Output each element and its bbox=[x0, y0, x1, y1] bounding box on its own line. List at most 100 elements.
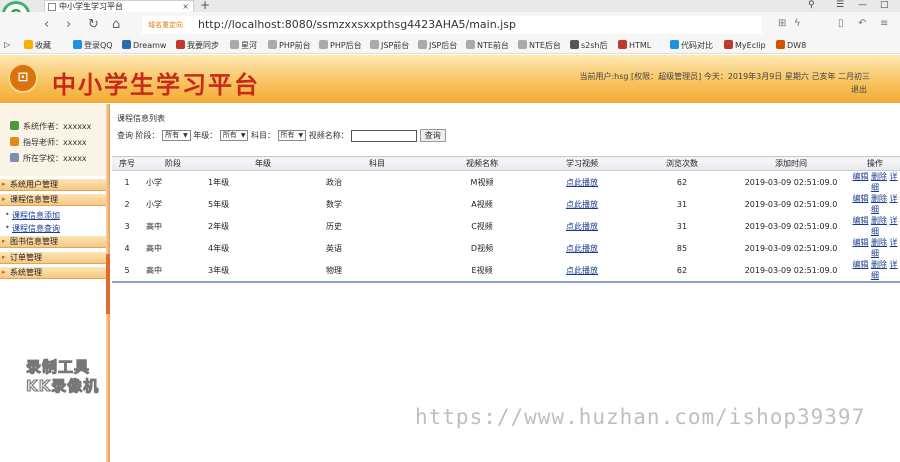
info-teacher: 指导老师：xxxxx bbox=[10, 137, 87, 148]
bookmark-item[interactable]: NTE前台 bbox=[466, 40, 509, 51]
cell-stage: 高中 bbox=[146, 243, 162, 253]
grid-icon[interactable]: ⊞ bbox=[778, 18, 786, 29]
bookmark-item[interactable]: PHP后台 bbox=[319, 40, 362, 51]
col-header: 学习视频 bbox=[532, 156, 632, 171]
delete-link[interactable]: 删除 bbox=[871, 238, 887, 247]
bookmark-item[interactable]: 代码对比 bbox=[670, 40, 713, 51]
new-tab-icon[interactable]: + bbox=[200, 0, 210, 12]
sidebar-item-course-add[interactable]: 课程信息添加 bbox=[5, 210, 60, 221]
url-field[interactable]: 域名重定向 http://localhost:8080/ssmzxxsxxpth… bbox=[142, 16, 762, 34]
home-icon[interactable]: ⌂ bbox=[112, 17, 120, 32]
bookmark-item[interactable]: 收藏 bbox=[24, 40, 51, 51]
cell-views: 85 bbox=[676, 243, 688, 253]
sidebar-toggle-icon[interactable]: ▷ bbox=[4, 40, 10, 49]
bookmark-item[interactable]: JSP前台 bbox=[370, 40, 409, 51]
sidebar-splitter[interactable] bbox=[106, 104, 110, 462]
minimize-icon[interactable]: — bbox=[858, 0, 867, 10]
play-link[interactable]: 点此播放 bbox=[566, 222, 598, 231]
sidebar-item-system-mgmt[interactable]: 系统管理 bbox=[0, 267, 106, 279]
play-link[interactable]: 点此播放 bbox=[566, 178, 598, 187]
bookmark-icon bbox=[418, 40, 427, 49]
recorder-watermark-line1: 录制工具 bbox=[25, 358, 91, 377]
forward-icon[interactable]: › bbox=[66, 17, 71, 32]
sidebar-item-user-mgmt[interactable]: 系统用户管理 bbox=[0, 179, 106, 191]
cell-grade: 4年级 bbox=[208, 243, 230, 253]
sidebar-item-order-mgmt[interactable]: 订单管理 bbox=[0, 252, 106, 264]
cell-play: 点此播放 bbox=[532, 259, 632, 283]
bookmark-icon bbox=[776, 40, 785, 49]
user-info: 当前用户:hsg [权限：超级管理员] 今天：2019年3月9日 星期六 己亥年… bbox=[579, 72, 870, 81]
pin-icon[interactable]: ⚲ bbox=[808, 0, 815, 10]
lightning-icon[interactable]: ϟ bbox=[794, 18, 801, 29]
grade-select[interactable]: 所有 ▼ bbox=[219, 130, 249, 141]
cell-no: 5 bbox=[112, 259, 142, 283]
edit-link[interactable]: 编辑 bbox=[852, 260, 868, 269]
delete-link[interactable]: 删除 bbox=[871, 260, 887, 269]
bookmark-item[interactable]: 我要同步 bbox=[176, 40, 219, 51]
cell-video: C视频 bbox=[471, 221, 493, 231]
cell-stage: 高中 bbox=[146, 221, 162, 231]
bookmark-icon bbox=[73, 40, 82, 49]
bookmark-icon bbox=[724, 40, 733, 49]
delete-link[interactable]: 删除 bbox=[871, 216, 887, 225]
edit-link[interactable]: 编辑 bbox=[852, 238, 868, 247]
stage-select[interactable]: 所有 ▼ bbox=[162, 130, 191, 141]
bookmark-item[interactable]: DW8 bbox=[776, 40, 806, 50]
play-link[interactable]: 点此播放 bbox=[566, 200, 598, 209]
bookmark-item[interactable]: PHP前台 bbox=[268, 40, 311, 51]
browser-tab[interactable]: 中小学生学习平台 × bbox=[44, 0, 194, 12]
more-icon[interactable]: ≡ bbox=[880, 18, 888, 29]
chevron-down-icon: ▼ bbox=[240, 132, 246, 139]
bookmark-icon bbox=[319, 40, 328, 49]
search-button[interactable]: 查询 bbox=[419, 129, 446, 142]
bookmark-icon bbox=[370, 40, 379, 49]
table-row: 5 高中 3年级 物理 E视频 点此播放 62 2019-03-09 02:51… bbox=[112, 259, 900, 283]
cell-actions: 编辑 删除 详细 bbox=[850, 193, 900, 215]
sidebar-item-course-query[interactable]: 课程信息查询 bbox=[5, 223, 60, 234]
cell-play: 点此播放 bbox=[532, 193, 632, 215]
cell-video: A视频 bbox=[471, 199, 493, 209]
chevron-down-icon: ▼ bbox=[183, 132, 188, 139]
video-name-label: 视频名称： bbox=[308, 131, 349, 140]
edit-link[interactable]: 编辑 bbox=[852, 216, 868, 225]
edit-link[interactable]: 编辑 bbox=[852, 194, 868, 203]
delete-link[interactable]: 删除 bbox=[871, 172, 887, 181]
bookmark-item[interactable]: 登录QQ bbox=[73, 40, 113, 51]
stage-label: 阶段： bbox=[135, 131, 160, 140]
cell-stage: 小学 bbox=[146, 199, 162, 209]
close-tab-icon[interactable]: × bbox=[182, 1, 189, 12]
sidebar-item-course-mgmt[interactable]: 课程信息管理 bbox=[0, 194, 106, 206]
play-link[interactable]: 点此播放 bbox=[566, 244, 598, 253]
bookmark-item[interactable]: MyEclip bbox=[724, 40, 766, 50]
edit-link[interactable]: 编辑 bbox=[852, 172, 868, 181]
maximize-icon[interactable]: □ bbox=[880, 0, 889, 10]
school-icon bbox=[10, 153, 19, 162]
bookmark-icon bbox=[466, 40, 475, 49]
cell-no: 4 bbox=[124, 243, 130, 253]
bookmark-item[interactable]: JSP后台 bbox=[418, 40, 457, 51]
splitter-grip[interactable] bbox=[106, 254, 110, 314]
bookmark-item[interactable]: Dreamw bbox=[122, 40, 166, 50]
delete-link[interactable]: 删除 bbox=[871, 194, 887, 203]
video-name-input[interactable] bbox=[351, 129, 418, 142]
logout-link[interactable]: 退出 bbox=[851, 84, 867, 95]
refresh-icon[interactable]: ↻ bbox=[88, 17, 99, 32]
bookmark-item[interactable]: NTE后台 bbox=[518, 40, 561, 51]
col-header: 添加时间 bbox=[732, 156, 850, 171]
subject-select[interactable]: 所有 ▼ bbox=[277, 130, 307, 141]
phone-icon[interactable]: ▯ bbox=[838, 18, 844, 29]
cell-stage: 小学 bbox=[146, 177, 162, 187]
cell-stage: 高中 bbox=[142, 259, 204, 283]
bookmark-icon bbox=[176, 40, 185, 49]
cell-subject: 数学 bbox=[326, 199, 342, 209]
info-author: 系统作者：xxxxxx bbox=[10, 121, 91, 132]
subject-label: 科目： bbox=[250, 131, 275, 140]
back-icon[interactable]: ‹ bbox=[44, 17, 49, 32]
undo-icon[interactable]: ↶ bbox=[858, 18, 866, 29]
bookmark-item[interactable]: HTML bbox=[618, 40, 651, 50]
play-link[interactable]: 点此播放 bbox=[566, 266, 598, 275]
menu-icon[interactable]: ☰ bbox=[836, 0, 844, 10]
bookmark-item[interactable]: 星河 bbox=[230, 40, 257, 51]
sidebar-item-book-mgmt[interactable]: 图书信息管理 bbox=[0, 236, 106, 248]
bookmark-item[interactable]: s2sh后 bbox=[570, 40, 608, 51]
